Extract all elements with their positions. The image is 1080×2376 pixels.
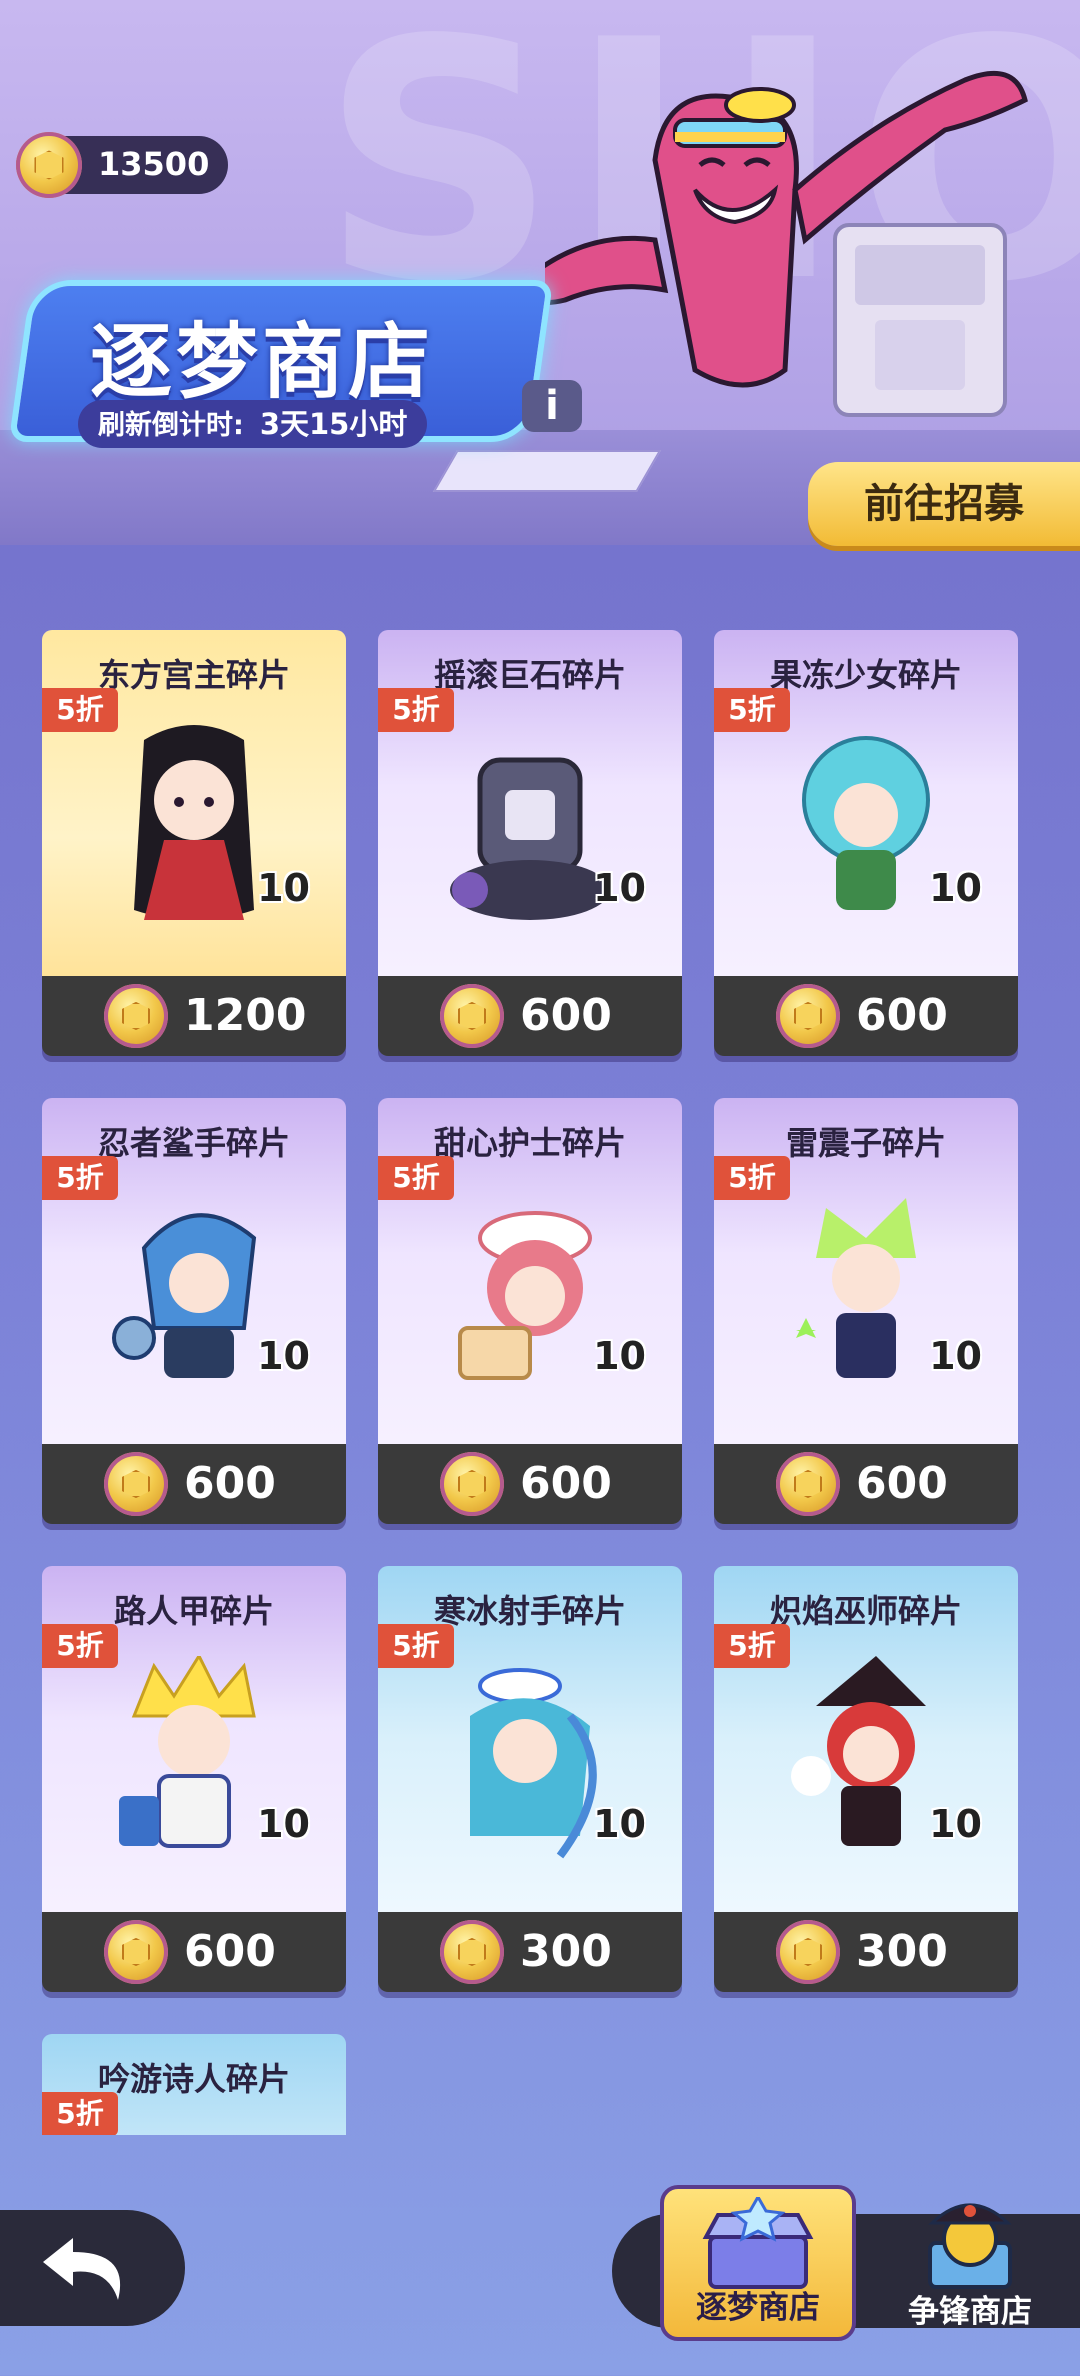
item-price: 1200 <box>184 990 307 1041</box>
hex-coin-icon <box>440 984 504 1048</box>
shop-item-grid: 东方宫主碎片 5折 10 1200 摇滚巨石碎片 5折 10 600 果冻少女碎… <box>0 580 1080 2135</box>
go-recruit-button[interactable]: 前往招募 <box>808 462 1080 546</box>
item-quantity: 10 <box>593 1802 646 1846</box>
hex-coin-icon <box>104 1920 168 1984</box>
tab-label: 逐梦商店 <box>696 2290 820 2326</box>
item-price: 600 <box>856 990 948 1041</box>
back-button[interactable] <box>0 2210 185 2326</box>
currency-amount: 13500 <box>98 145 210 183</box>
item-quantity: 10 <box>257 866 310 910</box>
shop-title: 逐梦商店 <box>90 315 435 410</box>
tab-dream-shop[interactable]: 逐梦商店 <box>660 2185 856 2341</box>
hex-coin-icon <box>440 1452 504 1516</box>
price-bar[interactable]: 600 <box>714 1444 1018 1524</box>
discount-tag: 5折 <box>42 2092 118 2135</box>
discount-tag: 5折 <box>714 1156 790 1200</box>
info-button[interactable]: i <box>522 380 582 432</box>
shop-item-card[interactable]: 寒冰射手碎片 5折 10 300 <box>378 1566 682 1992</box>
price-bar[interactable]: 300 <box>714 1912 1018 1992</box>
price-bar[interactable]: 300 <box>378 1912 682 1992</box>
price-bar[interactable]: 600 <box>714 976 1018 1056</box>
price-bar[interactable]: 1200 <box>42 976 346 1056</box>
hex-coin-icon <box>776 1452 840 1516</box>
item-price: 600 <box>184 1926 276 1977</box>
item-price: 600 <box>856 1458 948 1509</box>
item-quantity: 10 <box>257 1334 310 1378</box>
shop-item-card[interactable]: 路人甲碎片 5折 10 600 <box>42 1566 346 1992</box>
tab-label: 争锋商店 <box>908 2294 1032 2330</box>
discount-tag: 5折 <box>714 688 790 732</box>
discount-tag: 5折 <box>42 1624 118 1668</box>
shopkeeper-mascot <box>545 70 1028 417</box>
price-bar[interactable]: 600 <box>42 1912 346 1992</box>
shop-item-card[interactable]: 果冻少女碎片 5折 10 600 <box>714 630 1018 1056</box>
shop-item-card[interactable]: 摇滚巨石碎片 5折 10 600 <box>378 630 682 1056</box>
item-quantity: 10 <box>593 1334 646 1378</box>
countdown-label: 刷新倒计时: <box>98 410 244 441</box>
discount-tag: 5折 <box>378 1156 454 1200</box>
hex-coin-icon <box>440 1920 504 1984</box>
refresh-countdown: 刷新倒计时: 3天15小时 <box>78 400 428 448</box>
item-quantity: 10 <box>593 866 646 910</box>
item-quantity: 10 <box>929 1802 982 1846</box>
item-quantity: 10 <box>929 1334 982 1378</box>
hex-coin-icon <box>776 1920 840 1984</box>
shop-item-card[interactable]: 吟游诗人碎片 5折 <box>42 2034 346 2135</box>
item-price: 600 <box>520 1458 612 1509</box>
shop-item-card[interactable]: 雷震子碎片 5折 10 600 <box>714 1098 1018 1524</box>
pirate-shop-icon <box>928 2203 1012 2289</box>
currency-display: 13500 <box>16 132 228 198</box>
shop-stall-icon <box>702 2197 814 2289</box>
item-price: 300 <box>856 1926 948 1977</box>
item-quantity: 10 <box>257 1802 310 1846</box>
tab-contest-shop[interactable]: 争锋商店 <box>880 2185 1060 2341</box>
item-price: 600 <box>184 1458 276 1509</box>
shop-item-card[interactable]: 炽焰巫师碎片 5折 10 300 <box>714 1566 1018 1992</box>
discount-tag: 5折 <box>378 1624 454 1668</box>
hex-coin-icon <box>104 1452 168 1516</box>
hex-coin-icon <box>16 132 82 198</box>
price-bar[interactable]: 600 <box>42 1444 346 1524</box>
discount-tag: 5折 <box>42 688 118 732</box>
shop-item-card[interactable]: 忍者鲨手碎片 5折 10 600 <box>42 1098 346 1524</box>
countdown-value: 3天15小时 <box>259 407 408 441</box>
shop-item-card[interactable]: 甜心护士碎片 5折 10 600 <box>378 1098 682 1524</box>
back-arrow-icon <box>43 2238 121 2300</box>
shop-item-card[interactable]: 东方宫主碎片 5折 10 1200 <box>42 630 346 1056</box>
discount-tag: 5折 <box>714 1624 790 1668</box>
discount-tag: 5折 <box>378 688 454 732</box>
price-bar[interactable]: 600 <box>378 976 682 1056</box>
item-quantity: 10 <box>929 866 982 910</box>
hex-coin-icon <box>104 984 168 1048</box>
item-price: 300 <box>520 1926 612 1977</box>
price-bar[interactable]: 600 <box>378 1444 682 1524</box>
item-price: 600 <box>520 990 612 1041</box>
hex-coin-icon <box>776 984 840 1048</box>
discount-tag: 5折 <box>42 1156 118 1200</box>
